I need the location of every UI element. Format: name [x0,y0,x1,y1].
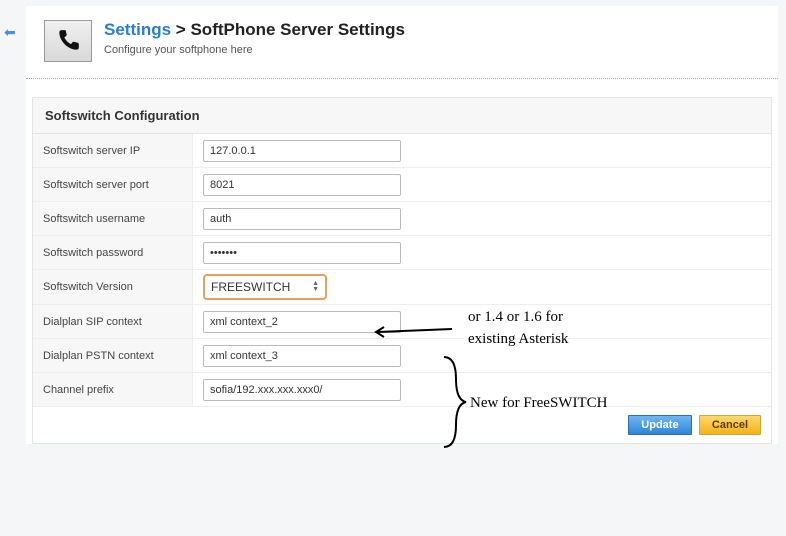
select-version-value: FREESWITCH [211,280,290,294]
update-button[interactable]: Update [628,415,691,435]
annotation-brace [440,355,468,449]
label-pstn-context: Dialplan PSTN context [33,339,193,372]
label-server-ip: Softswitch server IP [33,134,193,167]
label-version: Softswitch Version [33,270,193,304]
annotation-arrow [372,325,462,339]
label-channel-prefix: Channel prefix [33,373,193,406]
input-username[interactable] [203,208,401,230]
page-subtitle: Configure your softphone here [104,44,405,56]
breadcrumb-separator: > [176,20,186,39]
page-container: Settings > SoftPhone Server Settings Con… [26,6,778,444]
label-username: Softswitch username [33,202,193,235]
divider [26,78,778,79]
input-server-ip[interactable] [203,140,401,162]
chevron-updown-icon: ▲▼ [312,281,319,293]
input-server-port[interactable] [203,174,401,196]
label-password: Softswitch password [33,236,193,269]
input-password[interactable] [203,242,401,264]
input-channel-prefix[interactable] [203,379,401,401]
label-sip-context: Dialplan SIP context [33,305,193,338]
button-row: Update Cancel [33,407,771,443]
label-server-port: Softswitch server port [33,168,193,201]
back-arrow-icon[interactable]: ⬅ [4,24,16,41]
page-header: Settings > SoftPhone Server Settings Con… [26,6,778,70]
page-title: SoftPhone Server Settings [190,20,404,39]
breadcrumb-link-settings[interactable]: Settings [104,20,171,39]
select-version[interactable]: FREESWITCH ▲▼ [203,274,327,300]
config-panel: Softswitch Configuration Softswitch serv… [32,97,772,444]
cancel-button[interactable]: Cancel [699,415,761,435]
panel-title: Softswitch Configuration [33,98,771,134]
phone-icon [44,20,92,62]
breadcrumb: Settings > SoftPhone Server Settings [104,20,405,40]
input-pstn-context[interactable] [203,345,401,367]
